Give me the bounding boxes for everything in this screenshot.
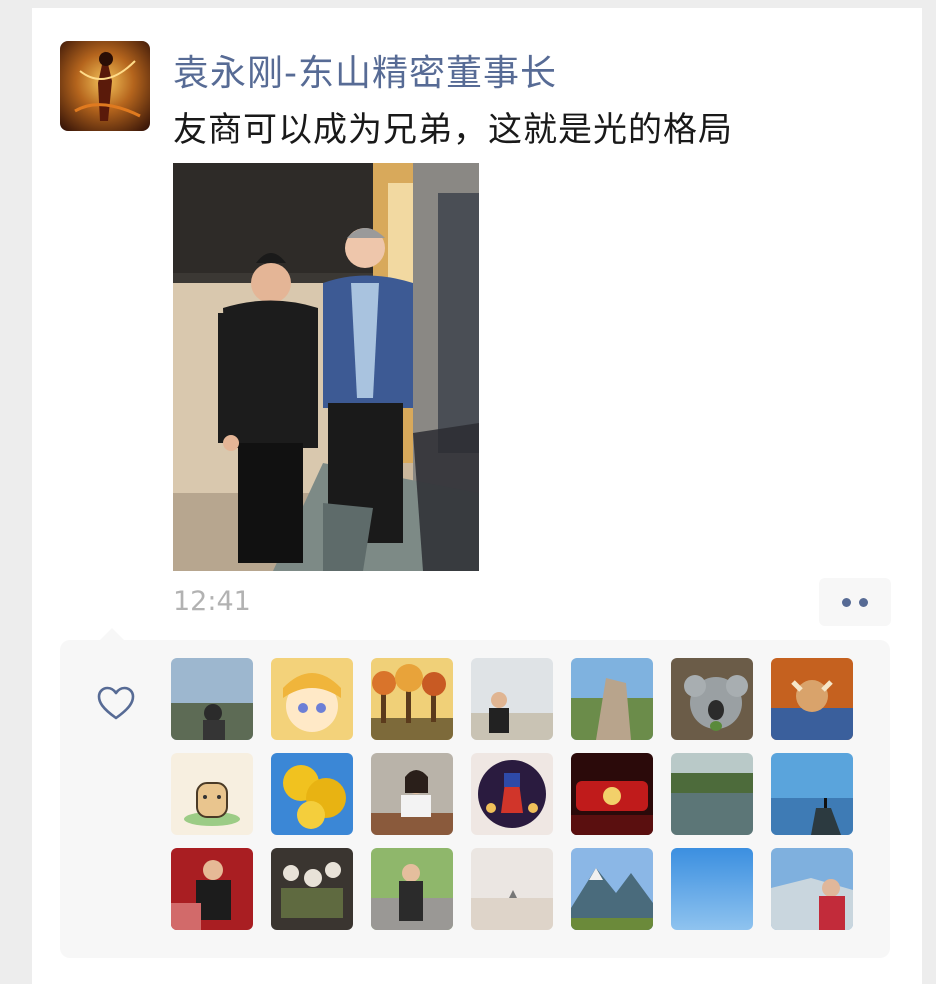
liker-avatar-20[interactable] [671,848,753,930]
liker-avatar-16[interactable] [271,848,353,930]
liker-avatar-5[interactable] [571,658,653,740]
liker-avatar-13[interactable] [671,753,753,835]
author-avatar[interactable] [60,41,150,131]
liker-avatar-14[interactable] [771,753,853,835]
liker-avatar-10[interactable] [371,753,453,835]
more-dots-icon [842,597,851,607]
moment-card: 袁永刚-东山精密董事长 友商可以成为兄弟，这就是光的格局 12:41 [32,8,922,984]
post-photo[interactable] [173,163,479,571]
liker-avatar-11[interactable] [471,753,553,835]
likes-panel [60,628,890,958]
post-time: 12:41 [173,586,251,617]
liker-avatar-6[interactable] [671,658,753,740]
more-dots-icon [859,597,868,607]
liker-avatar-2[interactable] [271,658,353,740]
liker-avatar-17[interactable] [371,848,453,930]
liker-avatar-3[interactable] [371,658,453,740]
post-text: 友商可以成为兄弟，这就是光的格局 [173,110,733,150]
liker-avatar-12[interactable] [571,753,653,835]
liker-avatar-4[interactable] [471,658,553,740]
heart-icon [97,686,135,720]
liker-avatar-9[interactable] [271,753,353,835]
liker-avatar-18[interactable] [471,848,553,930]
liker-avatar-21[interactable] [771,848,853,930]
liker-avatar-8[interactable] [171,753,253,835]
more-button[interactable] [819,578,891,626]
liker-avatar-15[interactable] [171,848,253,930]
author-name[interactable]: 袁永刚-东山精密董事长 [173,44,557,96]
liker-avatar-19[interactable] [571,848,653,930]
liker-avatar-7[interactable] [771,658,853,740]
liker-avatar-1[interactable] [171,658,253,740]
